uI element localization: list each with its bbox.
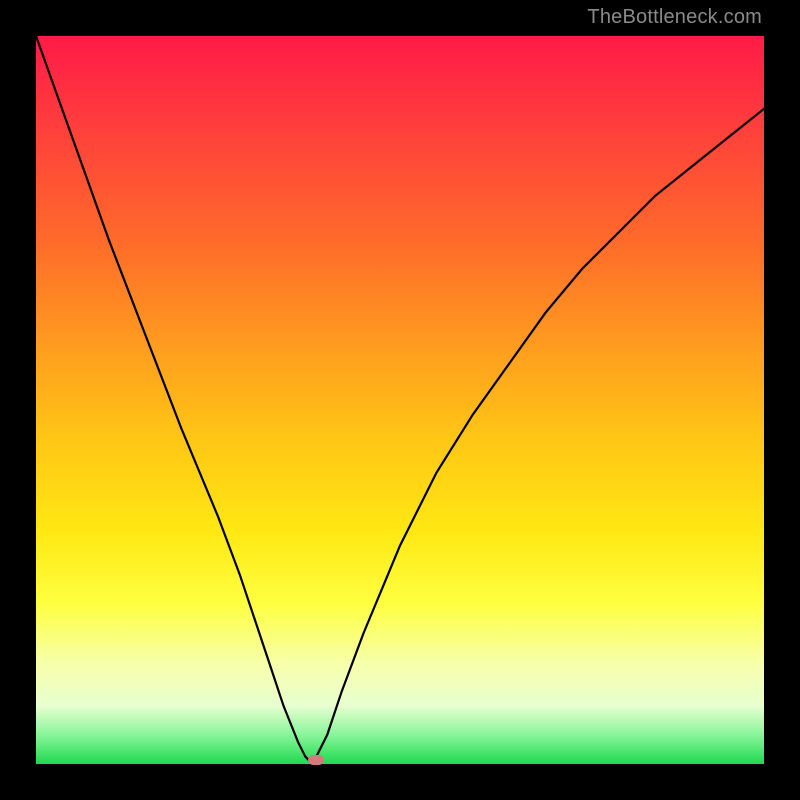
bottleneck-curve — [36, 36, 764, 764]
plot-area — [36, 36, 764, 764]
optimum-marker — [308, 755, 324, 765]
watermark-text: TheBottleneck.com — [587, 6, 762, 29]
chart-frame: TheBottleneck.com — [0, 0, 800, 800]
